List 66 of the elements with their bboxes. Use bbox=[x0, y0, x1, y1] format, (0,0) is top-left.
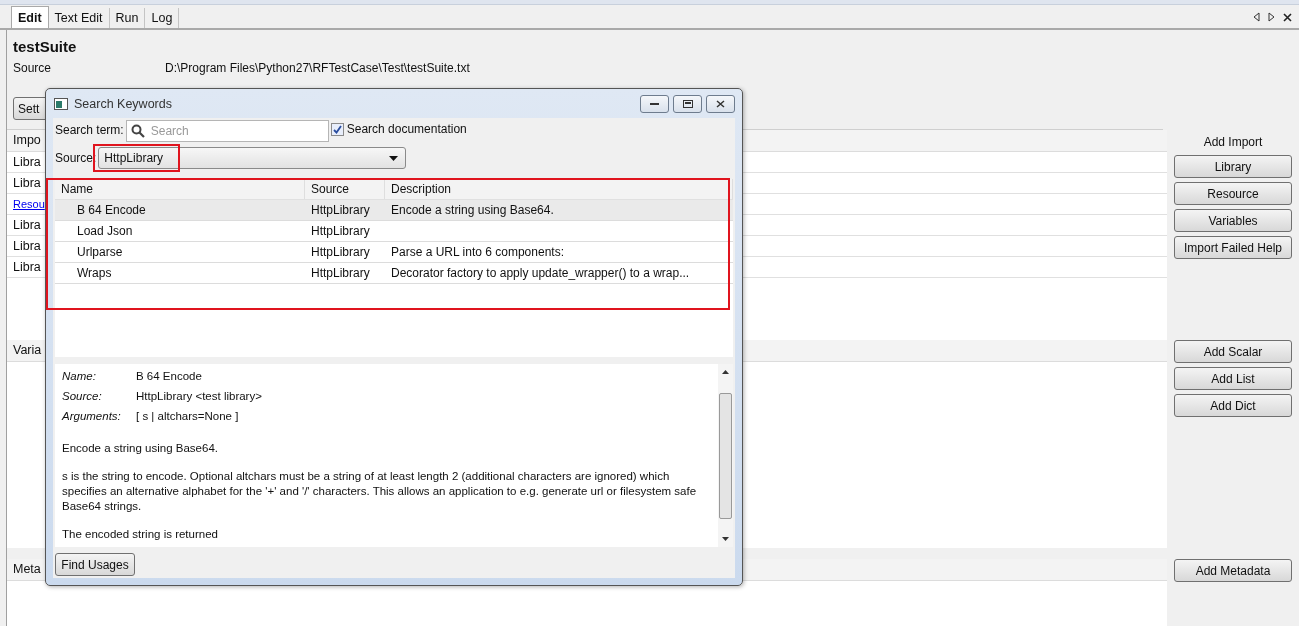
table-cell: Load Json bbox=[77, 224, 133, 238]
table-cell: HttpLibrary bbox=[311, 224, 370, 238]
close-icon[interactable] bbox=[1283, 12, 1292, 22]
right-arrow-icon[interactable] bbox=[1268, 12, 1275, 22]
doc-paragraph: Encode a string using Base64. bbox=[62, 441, 219, 456]
source-dropdown[interactable]: HttpLibrary bbox=[98, 147, 407, 169]
minimize-icon bbox=[650, 102, 659, 105]
table-cell: Libra bbox=[13, 239, 41, 253]
close-button[interactable] bbox=[706, 94, 735, 113]
result-row[interactable]: Wraps HttpLibrary Decorator factory to apply update_wrapper() to a wrap... bbox=[55, 263, 733, 284]
search-icon bbox=[130, 124, 145, 138]
field-value: B 64 Encode bbox=[136, 369, 202, 384]
find-usages-button[interactable]: Find Usages bbox=[55, 553, 135, 576]
table-cell: HttpLibrary bbox=[311, 266, 370, 280]
table-cell: B 64 Encode bbox=[77, 203, 146, 217]
table-cell: Parse a URL into 6 components: bbox=[391, 245, 564, 259]
search-field[interactable]: Search bbox=[125, 120, 329, 142]
maximize-icon bbox=[682, 99, 693, 108]
tab[interactable]: Edit bbox=[11, 6, 49, 28]
scroll-down-icon[interactable] bbox=[722, 537, 729, 541]
result-row[interactable]: Load Json HttpLibrary bbox=[55, 221, 733, 242]
tab[interactable]: Run bbox=[109, 8, 146, 28]
table-cell: Libra bbox=[13, 260, 41, 274]
table-cell: HttpLibrary bbox=[311, 245, 370, 259]
table-cell: Encode a string using Base64. bbox=[391, 203, 554, 217]
table-cell: HttpLibrary bbox=[311, 203, 370, 217]
maximize-button[interactable] bbox=[673, 94, 702, 113]
tab[interactable]: Text Edit bbox=[48, 8, 110, 28]
doc-paragraph: The encoded string is returned bbox=[62, 527, 219, 542]
side-button[interactable]: Add List bbox=[1174, 367, 1292, 390]
table-cell: Libra bbox=[13, 218, 41, 232]
scrollbar[interactable] bbox=[718, 364, 733, 547]
table-cell: Libra bbox=[13, 176, 41, 190]
field-value: [ s | altchars=None ] bbox=[136, 409, 239, 424]
checkbox[interactable] bbox=[330, 122, 344, 136]
side-button[interactable]: Import Failed Help bbox=[1174, 236, 1292, 259]
side-button[interactable]: Variables bbox=[1174, 209, 1292, 232]
side-button[interactable]: Add Metadata bbox=[1174, 559, 1292, 582]
field-label: Source: bbox=[62, 389, 103, 404]
field-label: Name: bbox=[62, 369, 97, 384]
field-value: HttpLibrary <test library> bbox=[136, 389, 262, 404]
add-import-label: Add Import bbox=[1202, 134, 1264, 150]
result-row[interactable]: Urlparse HttpLibrary Parse a URL into 6 components: bbox=[55, 242, 733, 263]
minimize-button[interactable] bbox=[640, 94, 669, 113]
field-label: Arguments: bbox=[62, 409, 122, 424]
result-row[interactable]: B 64 Encode HttpLibrary Encode a string using Base64. bbox=[55, 200, 733, 221]
side-button[interactable]: Add Dict bbox=[1174, 394, 1292, 417]
dropdown-caret-icon bbox=[389, 155, 399, 161]
doc-paragraph: s is the string to encode. Optional altchars must be a string of at least length 2 (additional characters are ignored) which specifies an alternative alphabet for the '+' and '/' characters. This allows an application to e.g. generate url or filesystem safe Base64 strings. bbox=[62, 469, 698, 514]
table-cell: Urlparse bbox=[77, 245, 123, 259]
table-cell: Wraps bbox=[77, 266, 112, 280]
side-button[interactable]: Library bbox=[1174, 155, 1292, 178]
close-icon bbox=[716, 99, 725, 108]
source-label: Source bbox=[13, 61, 53, 75]
suite-title: testSuite bbox=[12, 37, 78, 55]
left-arrow-icon[interactable] bbox=[1253, 12, 1260, 22]
table-cell: Libra bbox=[13, 155, 41, 169]
tab[interactable]: Log bbox=[145, 8, 180, 28]
source-path: D:\Program Files\Python27\RFTestCase\Test\testSuite.txt bbox=[165, 61, 470, 75]
scroll-up-icon[interactable] bbox=[722, 370, 729, 374]
window-icon bbox=[54, 97, 68, 110]
table-cell: Decorator factory to apply update_wrapper() to a wrap... bbox=[391, 266, 690, 280]
dialog-title: Search Keywords bbox=[74, 96, 172, 111]
side-button[interactable]: Add Scalar bbox=[1174, 340, 1292, 363]
side-button[interactable]: Resource bbox=[1174, 182, 1292, 205]
import-link[interactable]: Resou bbox=[13, 198, 45, 210]
